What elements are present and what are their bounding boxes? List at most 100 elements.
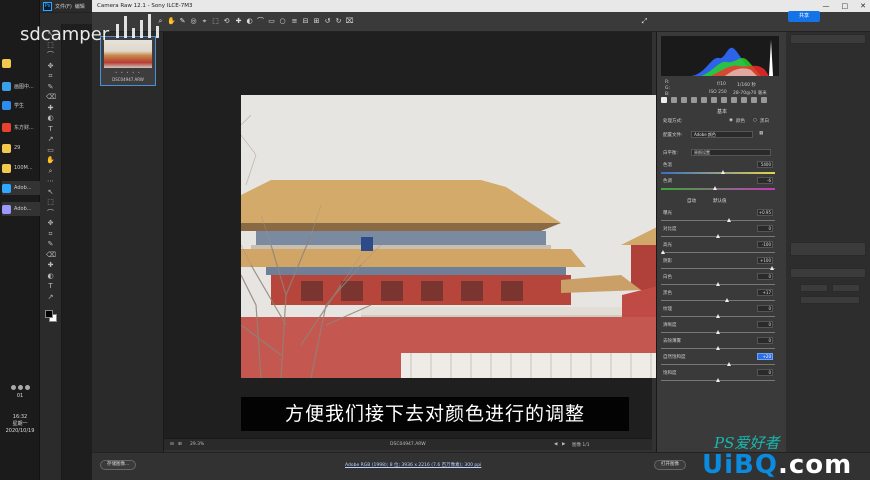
spot-removal-icon[interactable]: ✚ — [234, 17, 243, 26]
slider-knob[interactable] — [715, 346, 720, 350]
panel-tab-icon[interactable] — [761, 97, 767, 103]
path-tool-icon[interactable]: ↗ — [46, 293, 55, 302]
panel-tab-icon[interactable] — [701, 97, 707, 103]
slider-track[interactable] — [661, 170, 775, 174]
move-tool-icon[interactable]: ↖ — [46, 188, 55, 197]
color-sampler-icon[interactable]: ◎ — [189, 17, 198, 26]
heal-tool-icon[interactable]: ✚ — [46, 261, 55, 270]
undo-icon[interactable]: ↺ — [323, 17, 332, 26]
hand-tool-icon[interactable]: ✋ — [46, 156, 55, 165]
slider-track[interactable] — [661, 186, 775, 190]
lasso-tool-icon[interactable]: ⌒ — [46, 51, 55, 60]
slider-value-field[interactable]: 0 — [757, 337, 773, 344]
next-image-icon[interactable]: ▶ — [562, 442, 565, 447]
taskbar-item[interactable]: Adob... — [2, 181, 40, 195]
slider-knob[interactable] — [724, 298, 729, 302]
slider-value-field[interactable]: 0 — [757, 369, 773, 376]
wechat-icon[interactable] — [17, 385, 23, 390]
delete-icon[interactable]: ⌧ — [345, 17, 354, 26]
crop-icon[interactable]: ⬚ — [211, 17, 220, 26]
slider-track[interactable] — [661, 234, 775, 238]
red-eye-icon[interactable]: ◐ — [245, 17, 254, 26]
maximize-icon[interactable]: □ — [842, 2, 849, 10]
dodge-tool-icon[interactable]: ◐ — [46, 272, 55, 281]
marquee-tool-icon[interactable]: ⬚ — [46, 198, 55, 207]
frame-tool-icon[interactable]: ⌗ — [46, 230, 55, 239]
eraser-tool-icon[interactable]: ⌫ — [46, 93, 56, 102]
workflow-options-link[interactable]: Adobe RGB (1998); 8 位; 3936 x 2216 (7.6 … — [345, 462, 481, 468]
slider-value-field[interactable]: 0 — [757, 321, 773, 328]
zoom-tool-icon[interactable]: ⌕ — [46, 167, 55, 176]
shape-tool-icon[interactable]: ▭ — [46, 146, 55, 155]
slider-track[interactable] — [661, 314, 775, 318]
taskbar-item[interactable]: 画图中... — [2, 79, 40, 93]
slider-knob[interactable] — [726, 362, 731, 366]
targeted-adjust-icon[interactable]: ⌖ — [200, 17, 209, 26]
straighten-icon[interactable]: ⟲ — [222, 17, 231, 26]
taskbar-item[interactable]: 100M... — [2, 161, 40, 175]
zoom-out-icon[interactable]: ⊟ — [170, 442, 174, 447]
graduated-filter-icon[interactable]: ▭ — [267, 17, 276, 26]
slider-knob[interactable] — [726, 218, 731, 222]
taskbar-item[interactable]: Adob... — [2, 202, 40, 216]
slider-track[interactable] — [661, 378, 775, 382]
minimize-icon[interactable]: — — [823, 2, 830, 10]
panel-tab-icon[interactable] — [731, 97, 737, 103]
slider-value-field[interactable]: 5400 — [757, 161, 773, 168]
slider-value-field[interactable]: +20 — [757, 353, 773, 360]
radio-color-icon[interactable]: ◉ — [729, 118, 733, 123]
slider-value-field[interactable]: 0 — [757, 225, 773, 232]
slider-track[interactable] — [661, 266, 775, 270]
slider-track[interactable] — [661, 298, 775, 302]
auto-button[interactable]: 自动 — [687, 198, 696, 204]
type-tool-icon[interactable]: T — [46, 282, 55, 291]
slider-knob[interactable] — [721, 170, 726, 174]
slider-track[interactable] — [661, 362, 775, 366]
radio-bw-icon[interactable]: ○ — [753, 118, 757, 123]
profile-dropdown[interactable]: Adobe 颜色 — [691, 131, 753, 138]
taskbar-item[interactable]: 29 — [2, 141, 40, 155]
slider-knob[interactable] — [715, 282, 720, 286]
taskbar-item[interactable] — [2, 56, 40, 70]
panel-tab-icon[interactable] — [691, 97, 697, 103]
slider-knob[interactable] — [715, 234, 720, 238]
eraser-tool-icon[interactable]: ⌫ — [46, 251, 56, 260]
radio-color-label[interactable]: 颜色 — [736, 118, 745, 124]
slider-knob[interactable] — [660, 250, 665, 254]
crop-tool-icon[interactable]: ✥ — [46, 62, 55, 71]
path-tool-icon[interactable]: ↗ — [46, 135, 55, 144]
profile-browser-icon[interactable]: ▦ — [759, 131, 763, 136]
thumbnail-rating[interactable]: • • • • • — [101, 70, 155, 75]
network-icon[interactable] — [10, 385, 16, 390]
fullscreen-icon[interactable]: ⤢ — [640, 17, 649, 26]
slider-value-field[interactable]: +100 — [757, 257, 773, 264]
panel-tab-icon[interactable] — [741, 97, 747, 103]
preferences-icon[interactable]: ≡ — [290, 17, 299, 26]
slider-value-field[interactable]: +0.95 — [757, 209, 773, 216]
slider-value-field[interactable]: 0 — [757, 305, 773, 312]
slider-track[interactable] — [661, 282, 775, 286]
save-image-button[interactable]: 存储图像... — [100, 460, 137, 470]
zoom-in-icon[interactable]: ⊞ — [178, 442, 182, 447]
heal-tool-icon[interactable]: ✚ — [46, 104, 55, 113]
type-tool-icon[interactable]: T — [46, 125, 55, 134]
hand-icon[interactable]: ✋ — [167, 17, 176, 26]
taskbar-item[interactable]: 东方财... — [2, 120, 40, 134]
zoom-level[interactable]: 29.3% — [190, 442, 204, 447]
panel-tab-icon[interactable] — [721, 97, 727, 103]
wb-dropdown[interactable]: 原照设置 — [691, 149, 771, 156]
menu-edit[interactable]: 编辑 — [75, 3, 85, 10]
menu-file[interactable]: 文件(F) — [55, 3, 72, 10]
redo-icon[interactable]: ↻ — [334, 17, 343, 26]
panel-tab-icon[interactable] — [671, 97, 677, 103]
close-icon[interactable]: ✕ — [860, 2, 866, 10]
white-balance-icon[interactable]: ✎ — [178, 17, 187, 26]
rotate-right-icon[interactable]: ⊞ — [312, 17, 321, 26]
slider-knob[interactable] — [713, 186, 718, 190]
prev-image-icon[interactable]: ◀ — [554, 442, 557, 447]
panel-tab-icon[interactable] — [711, 97, 717, 103]
slider-value-field[interactable]: -6 — [757, 177, 773, 184]
brush-tool-icon[interactable]: ✎ — [46, 240, 55, 249]
slider-value-field[interactable]: +17 — [757, 289, 773, 296]
slider-knob[interactable] — [770, 266, 775, 270]
